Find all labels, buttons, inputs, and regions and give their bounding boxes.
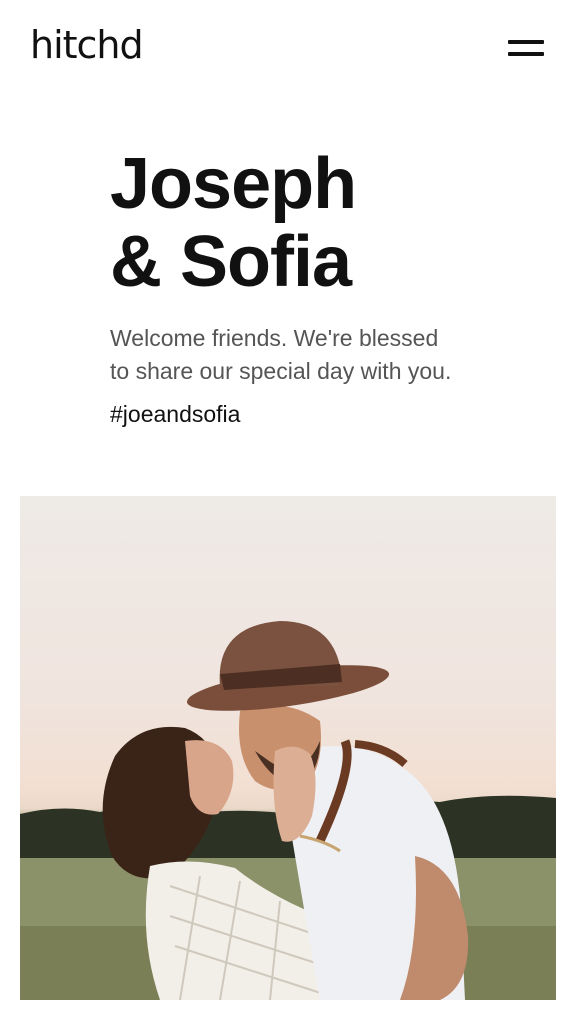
couple-names-title: Joseph & Sofia	[110, 144, 357, 302]
hitchd-logo[interactable]: hitchd	[30, 20, 144, 70]
hamburger-icon-bar	[508, 52, 544, 56]
welcome-line-1: Welcome friends. We're blessed	[110, 325, 439, 351]
couple-photo-illustration	[20, 621, 556, 1000]
welcome-line-2: to share our special day with you.	[110, 358, 452, 384]
wedding-hashtag: #joeandsofia	[110, 401, 241, 427]
hamburger-menu-button[interactable]	[508, 38, 546, 60]
title-line-2: & Sofia	[110, 222, 352, 302]
couple-photo	[20, 496, 556, 1000]
hamburger-icon	[508, 40, 544, 44]
title-line-1: Joseph	[110, 144, 357, 224]
welcome-message: Welcome friends. We're blessed to share …	[110, 322, 530, 388]
